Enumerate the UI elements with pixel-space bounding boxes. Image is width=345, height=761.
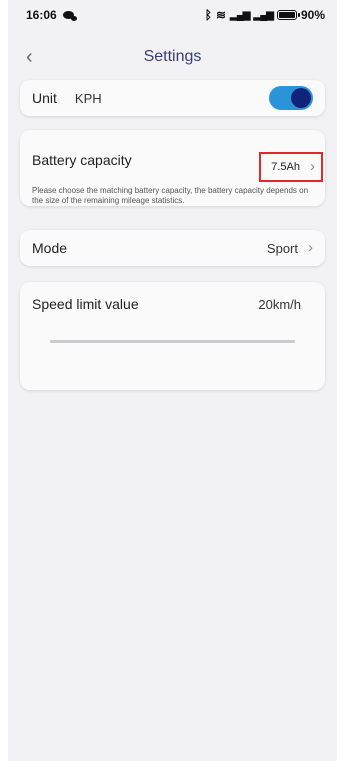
chevron-right-icon: › [310,158,315,175]
unit-value: KPH [74,90,102,106]
unit-card: Unit KPH [20,80,325,116]
battery-capacity-value: 7.5Ah [271,161,300,173]
unit-row: Unit KPH [20,80,325,116]
header: ‹ Settings [8,42,337,72]
speed-limit-value: 20km/h [258,296,301,312]
mode-selector[interactable]: Sport › [266,239,313,256]
battery-capacity-selector[interactable]: 7.5Ah › [259,152,323,182]
unit-info: Unit KPH [32,90,102,106]
unit-toggle[interactable] [269,86,313,110]
speed-limit-label: Speed limit value [32,296,139,312]
mode-label: Mode [32,240,68,256]
page-title: Settings [143,48,202,65]
mode-value: Sport [266,240,298,256]
speed-limit-slider[interactable] [50,340,295,343]
status-right: ᛒ ≋ ▂▄▆ ▂▄▆ 90% [205,8,325,22]
back-chevron-icon[interactable]: ‹ [26,45,33,69]
chevron-right-icon: › [308,239,313,256]
bluetooth-icon: ᛒ [204,8,212,22]
chat-bubble-icon [62,11,77,21]
speed-limit-card: Speed limit value 20km/h [20,282,325,390]
phone-screen: 16:06 ᛒ ≋ ▂▄▆ ▂▄▆ 90% ‹ Settings Unit KP… [0,0,345,761]
battery-capacity-card[interactable]: Battery capacity 7.5Ah › Please choose t… [20,130,325,206]
unit-label: Unit [32,90,57,106]
signal-icon: ▂▄▆ [253,9,274,21]
battery-capacity-label: Battery capacity [32,152,132,168]
status-time: 16:06 [26,8,57,22]
battery-percent: 90% [300,8,325,22]
status-bar: 16:06 ᛒ ≋ ▂▄▆ ▂▄▆ 90% [8,0,337,30]
battery-capacity-row: Battery capacity 7.5Ah › [20,130,325,182]
wifi-icon: ≋ [215,8,227,22]
mode-card[interactable]: Mode Sport › [20,230,325,266]
speed-limit-row: Speed limit value 20km/h [20,282,325,312]
mode-row: Mode Sport › [20,230,325,266]
toggle-knob [291,88,311,108]
signal-icon: ▂▄▆ [230,9,250,21]
battery-icon [276,10,300,20]
status-left: 16:06 [26,8,77,22]
